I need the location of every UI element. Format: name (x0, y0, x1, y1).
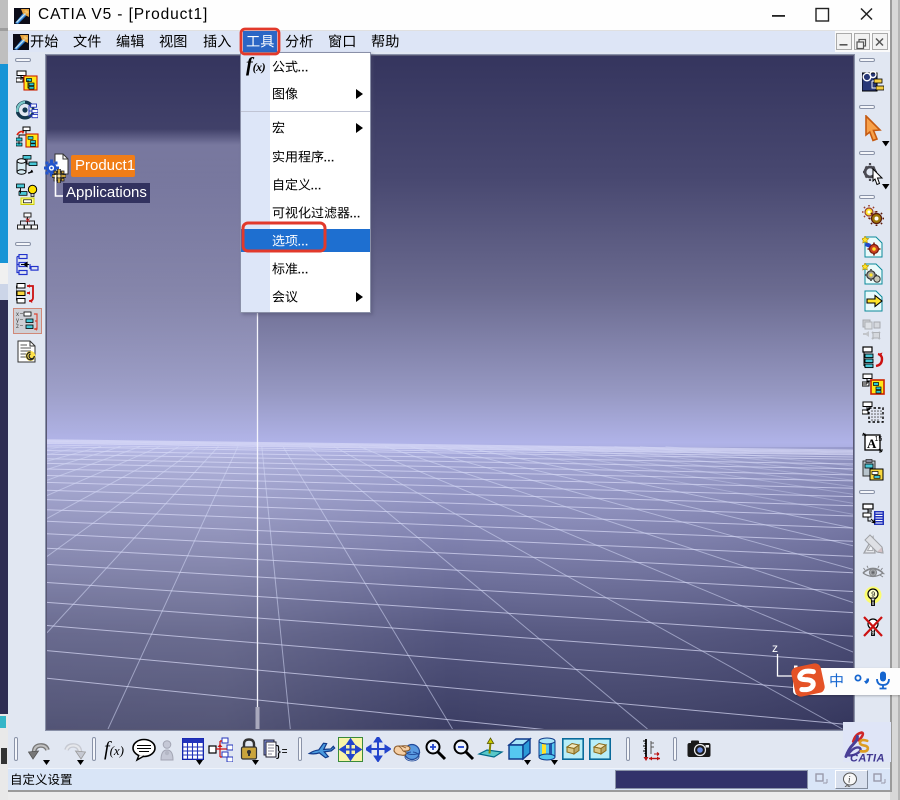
svg-text:9: 9 (871, 592, 875, 599)
svg-text:CATIA: CATIA (850, 753, 885, 763)
svg-text:=: = (282, 744, 288, 758)
svg-text:15: 15 (875, 436, 883, 443)
svg-text:z: z (772, 641, 778, 655)
svg-text:}: } (276, 743, 281, 760)
svg-text:z: z (16, 324, 19, 330)
svg-text:9: 9 (871, 631, 874, 637)
